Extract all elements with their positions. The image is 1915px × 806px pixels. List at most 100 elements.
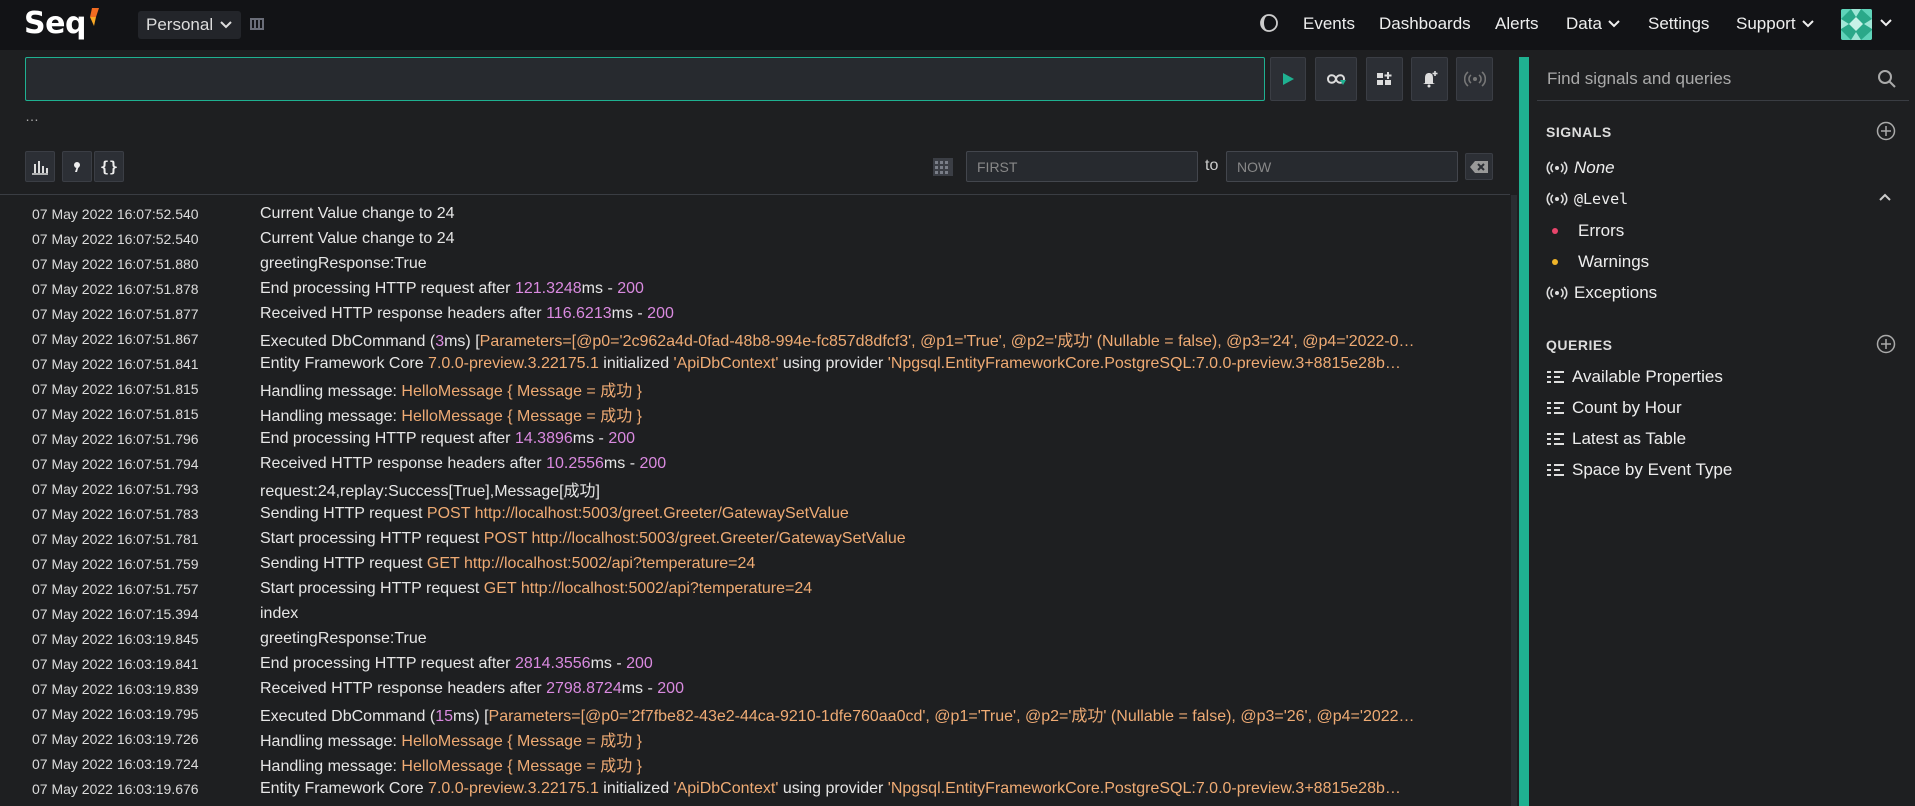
event-row[interactable]: 07 May 2022 16:07:51.794 Received HTTP re… bbox=[0, 451, 1505, 476]
query-item[interactable]: Latest as Table bbox=[1546, 429, 1686, 449]
event-row[interactable]: 07 May 2022 16:07:51.878 End processing H… bbox=[0, 276, 1505, 301]
query-hint-ellipsis[interactable]: … bbox=[25, 108, 40, 124]
nav-data[interactable]: Data bbox=[1566, 14, 1621, 34]
panel-resize-handle[interactable] bbox=[1519, 57, 1529, 806]
signal-item[interactable]: Exceptions bbox=[1546, 283, 1657, 303]
event-property-value[interactable]: 'Npgsql.EntityFrameworkCore.PostgreSQL:7… bbox=[888, 780, 1401, 797]
search-query-input[interactable] bbox=[25, 57, 1265, 101]
event-property-value[interactable]: HelloMessage { Message = 成功 } bbox=[401, 383, 642, 400]
event-row[interactable]: 07 May 2022 16:07:51.841 Entity Framework… bbox=[0, 351, 1505, 376]
event-property-value[interactable]: 200 bbox=[626, 655, 653, 672]
event-row[interactable]: 07 May 2022 16:07:52.540 Current Value ch… bbox=[0, 226, 1505, 251]
signal-item[interactable]: Warnings bbox=[1546, 252, 1649, 272]
event-property-value[interactable]: 200 bbox=[608, 430, 635, 447]
nav-events[interactable]: Events bbox=[1303, 14, 1355, 34]
run-query-button[interactable] bbox=[1270, 57, 1306, 101]
event-property-value[interactable]: 7.0.0-preview.3.22175.1 bbox=[428, 780, 599, 797]
event-property-value[interactable]: HelloMessage { Message = 成功 } bbox=[401, 733, 642, 750]
signal-item[interactable]: @Level bbox=[1546, 190, 1628, 208]
range-from-input[interactable]: FIRST bbox=[966, 151, 1198, 182]
event-property-value[interactable]: http://localhost:5002/api?temperature=24 bbox=[521, 580, 812, 597]
range-to-input[interactable]: NOW bbox=[1226, 151, 1458, 182]
event-property-value[interactable]: HelloMessage { Message = 成功 } bbox=[401, 408, 642, 425]
event-text: ms - bbox=[621, 679, 658, 697]
event-property-value[interactable]: 200 bbox=[647, 305, 674, 322]
event-row[interactable]: 07 May 2022 16:03:19.839 Received HTTP re… bbox=[0, 676, 1505, 701]
event-row[interactable]: 07 May 2022 16:07:51.783 Sending HTTP req… bbox=[0, 501, 1505, 526]
nav-dashboards[interactable]: Dashboards bbox=[1379, 14, 1471, 34]
event-row[interactable]: 07 May 2022 16:07:51.793 request:24,repla… bbox=[0, 476, 1505, 501]
query-item[interactable]: Available Properties bbox=[1546, 367, 1723, 387]
nav-alerts[interactable]: Alerts bbox=[1495, 14, 1538, 34]
add-signal-icon[interactable] bbox=[1876, 121, 1896, 141]
event-row[interactable]: 07 May 2022 16:07:51.815 Handling message… bbox=[0, 376, 1505, 401]
find-signals-search[interactable]: Find signals and queries bbox=[1537, 57, 1909, 101]
event-property-value[interactable]: 2798.8724 bbox=[546, 680, 622, 697]
event-row[interactable]: 07 May 2022 16:07:51.815 Handling message… bbox=[0, 401, 1505, 426]
workspace-selector[interactable]: Personal bbox=[138, 11, 242, 39]
signal-group-icon[interactable] bbox=[249, 16, 265, 32]
add-signal-button[interactable] bbox=[1456, 57, 1493, 101]
event-row[interactable]: 07 May 2022 16:07:51.796 End processing H… bbox=[0, 426, 1505, 451]
event-row[interactable]: 07 May 2022 16:07:51.880 greetingResponse… bbox=[0, 251, 1505, 276]
event-property-value[interactable]: http://localhost:5002/api?temperature=24 bbox=[464, 555, 755, 572]
event-property-value[interactable]: Parameters=[@p0='2c962a4d-0fad-48b8-994e… bbox=[480, 333, 1415, 350]
event-property-value[interactable]: http://localhost:5003/greet.Greeter/Gate… bbox=[532, 530, 906, 547]
event-row[interactable]: 07 May 2022 16:03:19.795 Executed DbComma… bbox=[0, 701, 1505, 726]
event-property-value[interactable]: 14.3896 bbox=[515, 430, 573, 447]
add-query-icon[interactable] bbox=[1876, 334, 1896, 354]
event-row[interactable]: 07 May 2022 16:07:51.759 Sending HTTP req… bbox=[0, 551, 1505, 576]
tail-button[interactable] bbox=[1315, 57, 1357, 101]
calendar-icon[interactable] bbox=[932, 157, 954, 177]
event-property-value[interactable]: POST bbox=[484, 530, 527, 547]
signal-item[interactable]: Errors bbox=[1546, 221, 1624, 241]
event-property-value[interactable]: 15 bbox=[435, 708, 453, 725]
event-property-value[interactable]: 3 bbox=[435, 333, 444, 350]
add-to-dashboard-button[interactable] bbox=[1366, 57, 1403, 101]
clear-range-button[interactable] bbox=[1465, 153, 1493, 180]
event-property-value[interactable]: 2814.3556 bbox=[515, 655, 591, 672]
seq-logo[interactable]: Seq bbox=[24, 6, 86, 41]
histogram-toggle-button[interactable] bbox=[25, 151, 55, 182]
signal-item[interactable]: None bbox=[1546, 158, 1615, 178]
event-row[interactable]: 07 May 2022 16:07:52.540 Current Value ch… bbox=[0, 201, 1505, 226]
nav-support[interactable]: Support bbox=[1736, 14, 1815, 34]
theme-toggle-icon[interactable] bbox=[1258, 12, 1280, 34]
event-property-value[interactable]: http://localhost:5003/greet.Greeter/Gate… bbox=[475, 505, 849, 522]
event-property-value[interactable]: 10.2556 bbox=[546, 455, 604, 472]
event-row[interactable]: 07 May 2022 16:03:19.726 Handling message… bbox=[0, 726, 1505, 751]
event-row[interactable]: 07 May 2022 16:07:51.781 Start processing… bbox=[0, 526, 1505, 551]
event-property-value[interactable]: 200 bbox=[639, 455, 666, 472]
event-row[interactable]: 07 May 2022 16:07:51.757 Start processing… bbox=[0, 576, 1505, 601]
query-item[interactable]: Space by Event Type bbox=[1546, 460, 1732, 480]
event-row[interactable]: 07 May 2022 16:03:19.845 greetingResponse… bbox=[0, 626, 1505, 651]
event-row[interactable]: 07 May 2022 16:07:51.877 Received HTTP re… bbox=[0, 301, 1505, 326]
event-property-value[interactable]: 200 bbox=[657, 680, 684, 697]
user-avatar[interactable] bbox=[1841, 9, 1872, 40]
event-property-value[interactable]: 'ApiDbContext' bbox=[674, 780, 779, 797]
add-alert-button[interactable] bbox=[1411, 57, 1448, 101]
event-row[interactable]: 07 May 2022 16:03:19.676 Entity Framework… bbox=[0, 776, 1505, 801]
json-view-button[interactable]: {} bbox=[94, 151, 124, 182]
event-property-value[interactable]: Parameters=[@p0='2f7fbe82-43e2-44ca-9210… bbox=[489, 708, 1415, 725]
event-list-scrollbar[interactable] bbox=[1511, 195, 1517, 806]
event-property-value[interactable]: POST bbox=[427, 505, 470, 522]
message-view-button[interactable] bbox=[62, 151, 92, 182]
event-property-value[interactable]: 7.0.0-preview.3.22175.1 bbox=[428, 355, 599, 372]
chevron-up-icon[interactable] bbox=[1878, 192, 1892, 202]
event-property-value[interactable]: HelloMessage { Message = 成功 } bbox=[401, 758, 642, 775]
event-row[interactable]: 07 May 2022 16:07:51.867 Executed DbComma… bbox=[0, 326, 1505, 351]
event-property-value[interactable]: 'Npgsql.EntityFrameworkCore.PostgreSQL:7… bbox=[888, 355, 1401, 372]
event-property-value[interactable]: 200 bbox=[617, 280, 644, 297]
event-property-value[interactable]: 'ApiDbContext' bbox=[674, 355, 779, 372]
query-item[interactable]: Count by Hour bbox=[1546, 398, 1682, 418]
event-row[interactable]: 07 May 2022 16:03:19.841 End processing H… bbox=[0, 651, 1505, 676]
event-property-value[interactable]: 116.6213 bbox=[546, 305, 612, 322]
chevron-down-icon[interactable] bbox=[1879, 18, 1893, 28]
nav-settings[interactable]: Settings bbox=[1648, 14, 1709, 34]
event-row[interactable]: 07 May 2022 16:03:19.724 Handling message… bbox=[0, 751, 1505, 776]
event-property-value[interactable]: GET bbox=[427, 555, 460, 572]
event-property-value[interactable]: 121.3248 bbox=[515, 280, 582, 297]
event-row[interactable]: 07 May 2022 16:07:15.394 index bbox=[0, 601, 1505, 626]
event-property-value[interactable]: GET bbox=[484, 580, 517, 597]
